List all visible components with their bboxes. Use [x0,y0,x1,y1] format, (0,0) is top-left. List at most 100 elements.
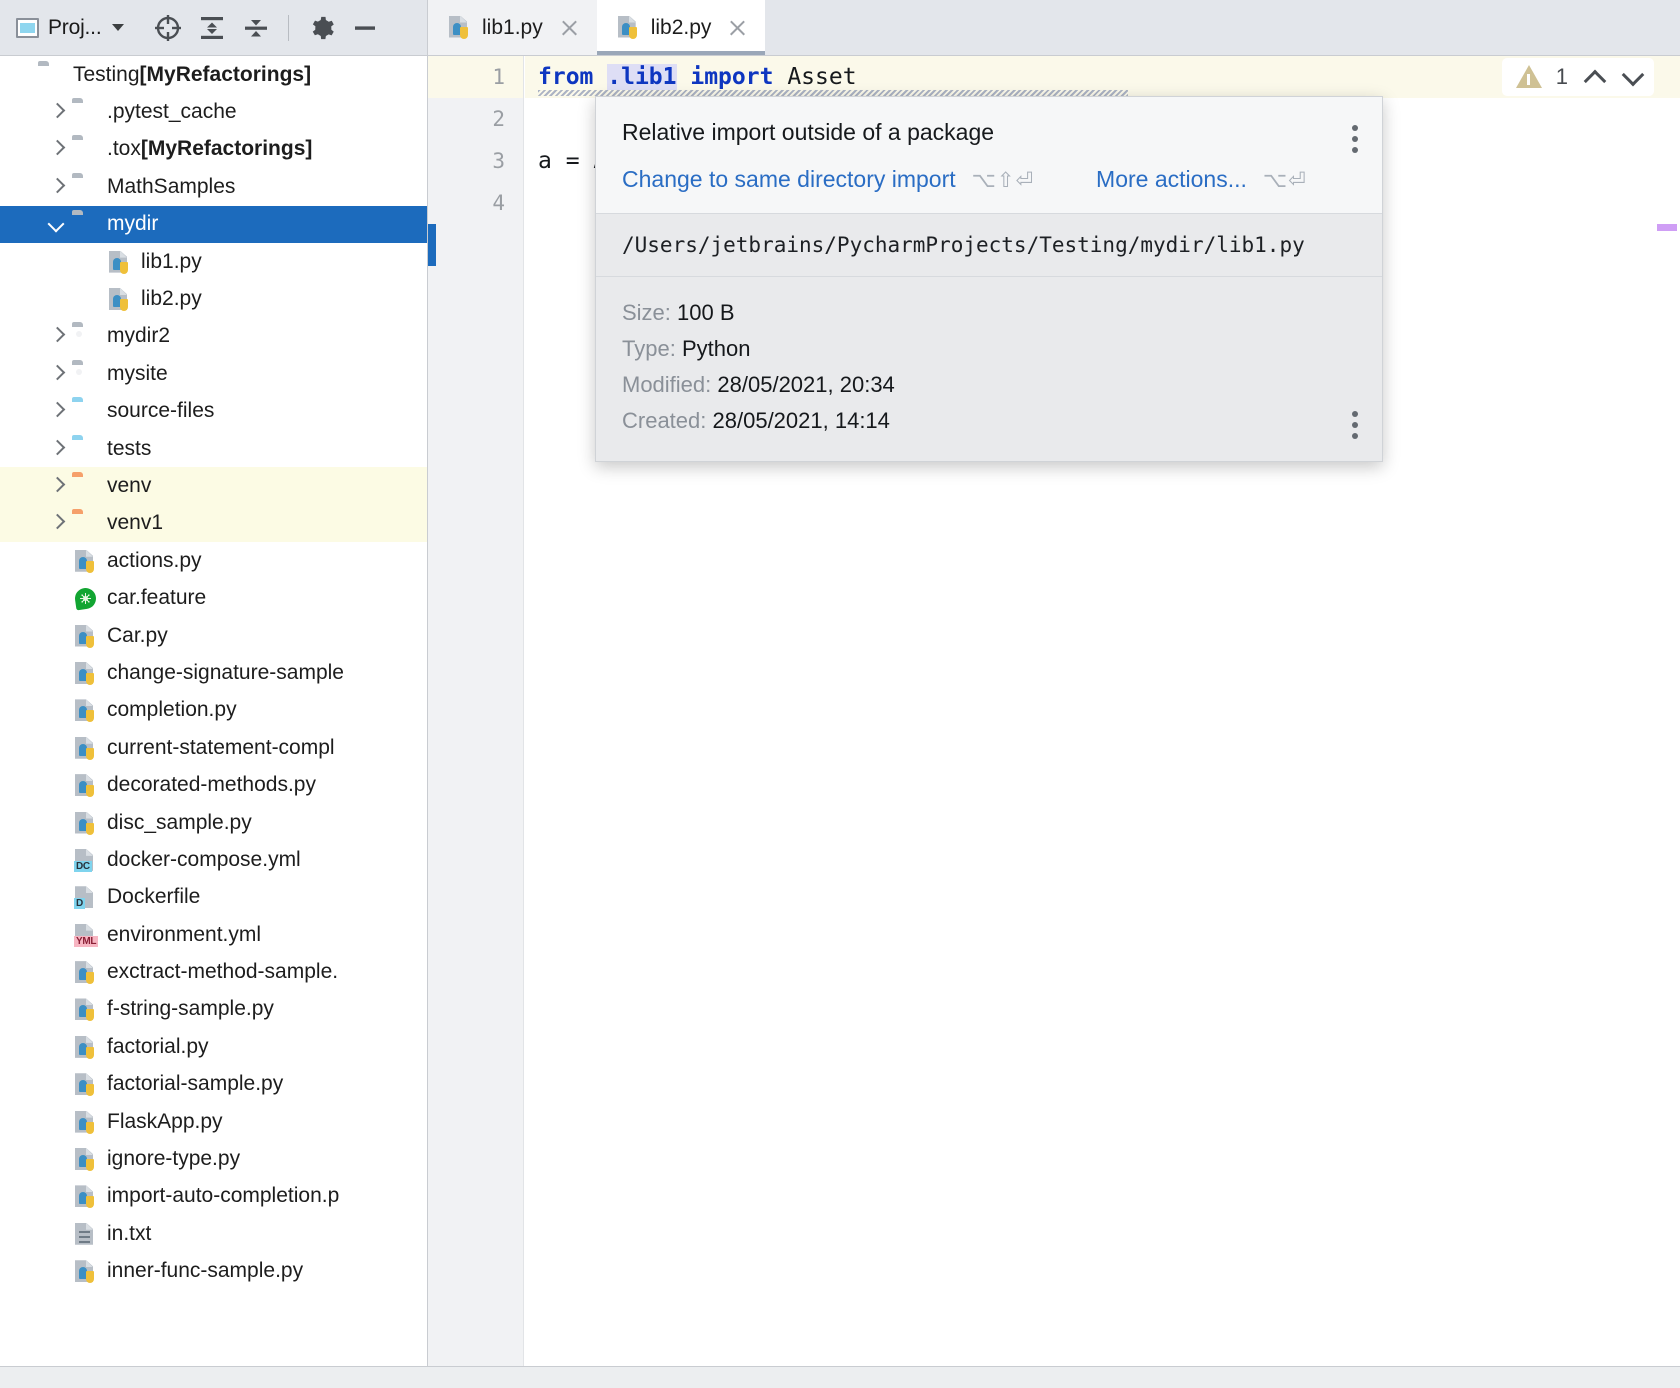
settings-button[interactable] [299,6,343,50]
tree-node[interactable]: venv [0,467,427,504]
tree-node-label: venv [107,474,151,498]
tree-node[interactable]: completion.py [0,692,427,729]
tree-node[interactable]: MathSamples [0,168,427,205]
tree-node[interactable]: change-signature-sample [0,654,427,691]
tree-node[interactable]: car.feature [0,579,427,616]
tree-node[interactable]: DDockerfile [0,879,427,916]
tree-node[interactable]: ignore-type.py [0,1140,427,1177]
editor-tab[interactable]: lib1.py [428,0,597,55]
line-number: 3 [428,140,523,182]
editor-tab[interactable]: lib2.py [597,0,766,55]
folder-grey-icon [72,100,98,124]
project-tree[interactable]: Testing [MyRefactorings] .pytest_cache .to… [0,56,427,1388]
select-opened-file-button[interactable] [146,6,190,50]
tree-node-label: actions.py [107,549,202,573]
file-python-icon [72,549,98,573]
tree-indent-spacer [46,774,68,796]
chevron-right-icon[interactable] [46,438,68,460]
file-docker-compose-icon: DC [72,848,98,872]
more-actions-link[interactable]: More actions... [1096,166,1247,193]
chevron-right-icon[interactable] [46,138,68,160]
tree-node[interactable]: lib2.py [0,280,427,317]
file-python-icon [106,250,132,274]
tree-node-label: .pytest_cache [107,100,237,124]
collapse-all-button[interactable] [234,6,278,50]
expand-all-button[interactable] [190,6,234,50]
tree-node-label: current-statement-compl [107,736,335,760]
tree-node[interactable]: Car.py [0,617,427,654]
chevron-down-icon[interactable] [112,24,124,31]
tree-indent-spacer [12,64,34,86]
tree-node[interactable]: disc_sample.py [0,804,427,841]
tree-node-label: decorated-methods.py [107,773,316,797]
tree-indent-spacer [46,1148,68,1170]
change-to-same-directory-import-link[interactable]: Change to same directory import [622,166,956,193]
chevron-right-icon[interactable] [46,101,68,123]
tree-node[interactable]: tests [0,430,427,467]
tree-node[interactable]: in.txt [0,1215,427,1252]
tree-node-label: .tox [107,137,141,161]
folder-blue-icon [72,437,98,461]
tree-node[interactable]: actions.py [0,542,427,579]
chevron-up-icon[interactable] [1582,65,1606,89]
tree-node[interactable]: YMLenvironment.yml [0,916,427,953]
tree-node-module-tag: [MyRefactorings] [141,137,313,161]
tree-node[interactable]: DC docker-compose.yml [0,841,427,878]
tree-node-label: docker-compose.yml [107,848,301,872]
inspection-widget[interactable]: 1 [1502,58,1654,96]
tree-node[interactable]: lib1.py [0,243,427,280]
caret-line-marker [428,224,436,266]
tree-indent-spacer [46,812,68,834]
chevron-down-icon[interactable] [1620,65,1644,89]
tree-node[interactable]: factorial.py [0,1028,427,1065]
tree-node[interactable]: Testing [MyRefactorings] [0,56,427,93]
close-icon[interactable] [727,17,749,39]
popup-actions: Change to same directory import ⌥⇧⏎ More… [622,166,1356,193]
tree-node-label: factorial.py [107,1035,209,1059]
chevron-right-icon[interactable] [46,325,68,347]
chevron-right-icon[interactable] [46,400,68,422]
tree-node[interactable]: exctract-method-sample. [0,953,427,990]
tree-node[interactable]: mydir2 [0,318,427,355]
tree-node[interactable]: mydir [0,206,427,243]
tree-node-label: venv1 [107,511,163,535]
stripe-marker[interactable] [1657,224,1677,231]
inspection-popup[interactable]: Relative import outside of a package Cha… [595,96,1383,462]
metadata-row: Size: 100 B [622,295,1356,331]
project-window-title-button[interactable]: Proj... [16,16,124,40]
close-icon[interactable] [559,17,581,39]
chevron-down-icon[interactable] [46,213,68,235]
chevron-right-icon[interactable] [46,512,68,534]
tree-node[interactable]: f-string-sample.py [0,991,427,1028]
tree-node[interactable]: inner-func-sample.py [0,1253,427,1290]
tree-node[interactable]: factorial-sample.py [0,1066,427,1103]
chevron-right-icon[interactable] [46,176,68,198]
metadata-value: Python [682,336,751,361]
chevron-right-icon[interactable] [46,475,68,497]
editor-marker-stripe[interactable] [1656,112,1680,1388]
more-vertical-icon[interactable] [1352,125,1360,153]
tree-node[interactable]: venv1 [0,505,427,542]
popup-file-path: /Users/jetbrains/PycharmProjects/Testing… [596,213,1382,277]
tree-node[interactable]: import-auto-completion.p [0,1178,427,1215]
chevron-right-icon[interactable] [46,363,68,385]
tree-node[interactable]: .tox [MyRefactorings] [0,131,427,168]
tree-node[interactable]: FlaskApp.py [0,1103,427,1140]
tree-node[interactable]: source-files [0,393,427,430]
minus-icon [350,13,380,43]
file-cucumber-icon [72,586,98,610]
tree-node[interactable]: .pytest_cache [0,93,427,130]
tree-node-label: MathSamples [107,175,235,199]
tree-node-label: inner-func-sample.py [107,1259,303,1283]
hide-button[interactable] [343,6,387,50]
tree-node[interactable]: decorated-methods.py [0,766,427,803]
more-vertical-icon[interactable] [1352,411,1360,439]
file-yml-icon: YML [72,923,98,947]
tree-node[interactable]: current-statement-compl [0,729,427,766]
metadata-key: Modified: [622,372,711,397]
file-python-icon [72,698,98,722]
file-python-icon [106,287,132,311]
editor-gutter[interactable]: 1234 [428,56,524,1388]
tree-node[interactable]: mysite [0,355,427,392]
editor-tab-label: lib2.py [651,16,712,40]
